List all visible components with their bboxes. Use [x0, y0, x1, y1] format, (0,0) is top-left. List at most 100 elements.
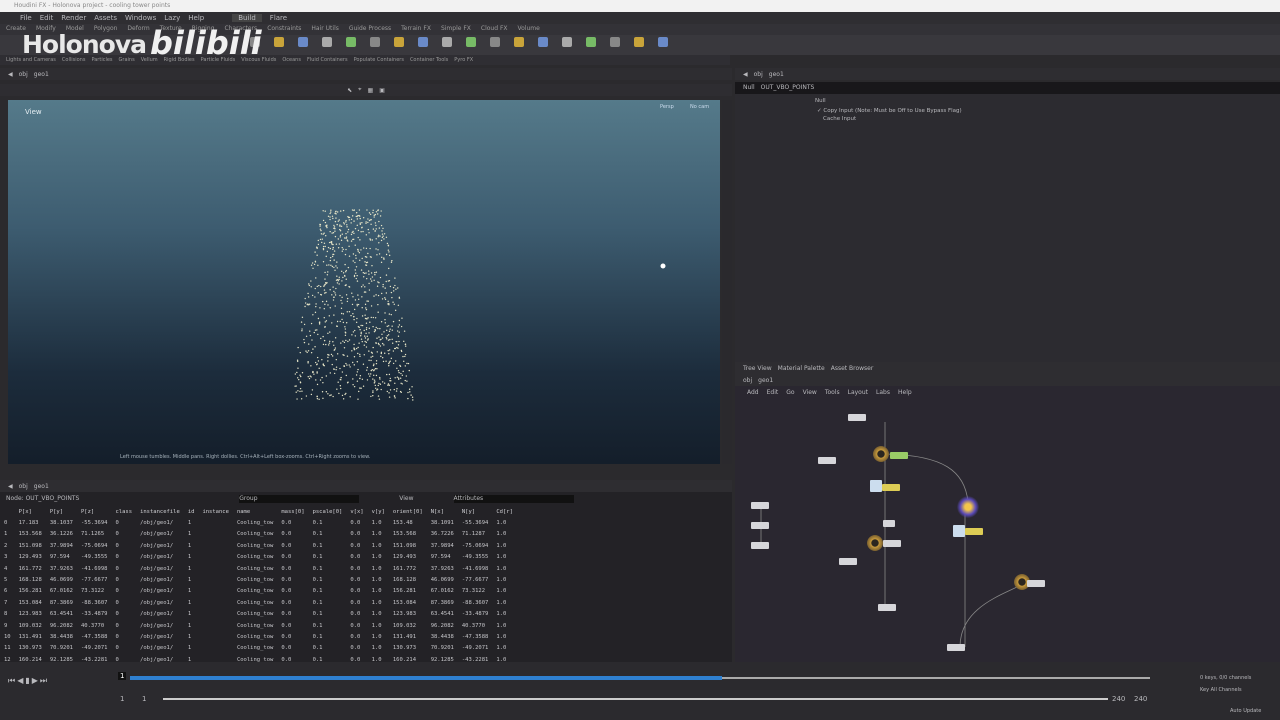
menu-render[interactable]: Render: [61, 14, 86, 22]
shelf-tool-icon[interactable]: [322, 37, 332, 47]
viewport-side-toolbar[interactable]: [722, 100, 732, 464]
column-header[interactable]: mass[0]: [277, 506, 308, 517]
shelf-tab-2[interactable]: Container Tools: [410, 57, 448, 63]
select-icon[interactable]: ⬉: [347, 87, 352, 94]
shelf-tab[interactable]: Simple FX: [441, 25, 471, 34]
node[interactable]: [839, 558, 857, 565]
shelf-tab[interactable]: Volume: [518, 25, 540, 34]
snap-icon[interactable]: ⌖: [358, 86, 361, 94]
node-gear[interactable]: [867, 535, 883, 551]
timeline-track[interactable]: [130, 676, 1150, 680]
view-menu[interactable]: View: [399, 495, 413, 503]
shelf-tab[interactable]: Terrain FX: [401, 25, 431, 34]
column-header[interactable]: N[x]: [427, 506, 458, 517]
node[interactable]: [818, 457, 836, 464]
shelf-tool-icon[interactable]: [370, 37, 380, 47]
back-icon[interactable]: ◀: [8, 483, 13, 490]
column-header[interactable]: id: [184, 506, 199, 517]
column-header[interactable]: v[y]: [368, 506, 389, 517]
range-start[interactable]: 1: [120, 695, 124, 703]
range-slider[interactable]: [163, 698, 1108, 700]
table-row[interactable]: 6 156.281 67.0162 73.3122 0/obj/geo1/1 Coolin…: [0, 586, 517, 597]
column-header[interactable]: instancefile: [136, 506, 184, 517]
path-obj[interactable]: obj: [754, 71, 763, 78]
node[interactable]: [751, 522, 769, 529]
auto-update-button[interactable]: Auto Update: [1230, 708, 1261, 714]
table-row[interactable]: 11 130.973 70.9201 -49.2071 0/obj/geo1/1 Cool…: [0, 643, 517, 654]
table-row[interactable]: 8 123.983 63.4541 -33.4879 0/obj/geo1/1 Cooli…: [0, 609, 517, 620]
menu-file[interactable]: File: [20, 14, 32, 22]
menu-help[interactable]: Help: [188, 14, 204, 22]
shelf-tool-icon[interactable]: [346, 37, 356, 47]
shelf-tab-2[interactable]: Fluid Containers: [307, 57, 348, 63]
table-row[interactable]: 2 151.098 37.9894 -75.0694 0/obj/geo1/1 Cooli…: [0, 540, 517, 551]
camera-icon[interactable]: ▣: [379, 87, 385, 94]
node[interactable]: [1027, 580, 1045, 587]
shelf-tool-icon[interactable]: [394, 37, 404, 47]
shelf-tool-icon[interactable]: [634, 37, 644, 47]
shelf-tab-2[interactable]: Oceans: [282, 57, 301, 63]
table-row[interactable]: 4 161.772 37.9263 -41.6998 0/obj/geo1/1 Cooli…: [0, 563, 517, 574]
shelf-tab[interactable]: Hair Utils: [311, 25, 338, 34]
desktop-select[interactable]: Build: [232, 14, 262, 22]
table-row[interactable]: 10 131.491 38.4438 -47.3588 0/obj/geo1/1 Cool…: [0, 631, 517, 642]
node-gear[interactable]: [873, 446, 889, 462]
table-row[interactable]: 3 129.493 97.594 -49.3555 0/obj/geo1/1 Coolin…: [0, 552, 517, 563]
network-editor[interactable]: Tree View Material Palette Asset Browser…: [735, 362, 1280, 662]
range-start-2[interactable]: 1: [142, 695, 146, 703]
shelf-tool-icon[interactable]: [490, 37, 500, 47]
shelf-tool-icon[interactable]: [298, 37, 308, 47]
shelf-tool-icon[interactable]: [610, 37, 620, 47]
node[interactable]: [883, 540, 901, 547]
table-row[interactable]: 0 17.183 38.1037 -55.3694 0/obj/geo1/1 Coolin…: [0, 517, 517, 528]
node[interactable]: [890, 452, 908, 459]
column-header[interactable]: instance: [198, 506, 233, 517]
shelf-tool-icon[interactable]: [658, 37, 668, 47]
path-obj[interactable]: obj: [19, 71, 28, 78]
shelf-tab[interactable]: Constraints: [267, 25, 301, 34]
menu-lazy[interactable]: Lazy: [164, 14, 180, 22]
node[interactable]: [947, 644, 965, 651]
params-tab[interactable]: Null: [735, 94, 1280, 108]
desktop-select-2[interactable]: Flare: [270, 14, 287, 22]
back-icon[interactable]: ◀: [8, 71, 13, 78]
node[interactable]: [883, 520, 895, 527]
attributes-field[interactable]: Attributes: [453, 495, 574, 503]
shelf-tool-icon[interactable]: [466, 37, 476, 47]
shelf-tab-2[interactable]: Pyro FX: [454, 57, 473, 63]
table-row[interactable]: 5 168.128 46.0699 -77.6677 0/obj/geo1/1 Cooli…: [0, 574, 517, 585]
shelf-tool-icon[interactable]: [514, 37, 524, 47]
persp-menu[interactable]: Persp: [660, 104, 674, 110]
shelf-tool-icon[interactable]: [274, 37, 284, 47]
node[interactable]: [751, 502, 769, 509]
node-name[interactable]: OUT_VBO_POINTS: [761, 84, 815, 92]
node[interactable]: [882, 484, 900, 491]
shelf-tab[interactable]: Cloud FX: [481, 25, 508, 34]
grid-icon[interactable]: ▦: [368, 87, 374, 94]
path-geo[interactable]: geo1: [34, 71, 49, 78]
path-geo[interactable]: geo1: [34, 483, 49, 490]
menu-edit[interactable]: Edit: [40, 14, 54, 22]
node[interactable]: [751, 542, 769, 549]
column-header[interactable]: [0, 506, 15, 517]
menu-assets[interactable]: Assets: [94, 14, 117, 22]
table-row[interactable]: 7 153.084 87.3869 -88.3607 0/obj/geo1/1 Cooli…: [0, 597, 517, 608]
shelf-tab[interactable]: Guide Process: [349, 25, 391, 34]
range-end-2[interactable]: 240: [1134, 695, 1147, 703]
node[interactable]: [965, 528, 983, 535]
menu-windows[interactable]: Windows: [125, 14, 156, 22]
column-header[interactable]: class: [112, 506, 137, 517]
playback-controls[interactable]: ⏮◀▮▶⏭: [8, 676, 49, 686]
shelf-tool-icon[interactable]: [538, 37, 548, 47]
range-end[interactable]: 240: [1112, 695, 1125, 703]
shelf-tool-icon[interactable]: [562, 37, 572, 47]
node[interactable]: [878, 604, 896, 611]
column-header[interactable]: name: [233, 506, 277, 517]
back-icon[interactable]: ◀: [743, 71, 748, 78]
node[interactable]: [848, 414, 866, 421]
column-header[interactable]: pscale[0]: [309, 506, 347, 517]
table-row[interactable]: 1 153.568 36.1226 71.1265 0/obj/geo1/1 Coolin…: [0, 529, 517, 540]
column-header[interactable]: P[z]: [77, 506, 112, 517]
key-all-button[interactable]: Key All Channels: [1200, 687, 1242, 693]
group-field[interactable]: Group: [239, 495, 360, 503]
